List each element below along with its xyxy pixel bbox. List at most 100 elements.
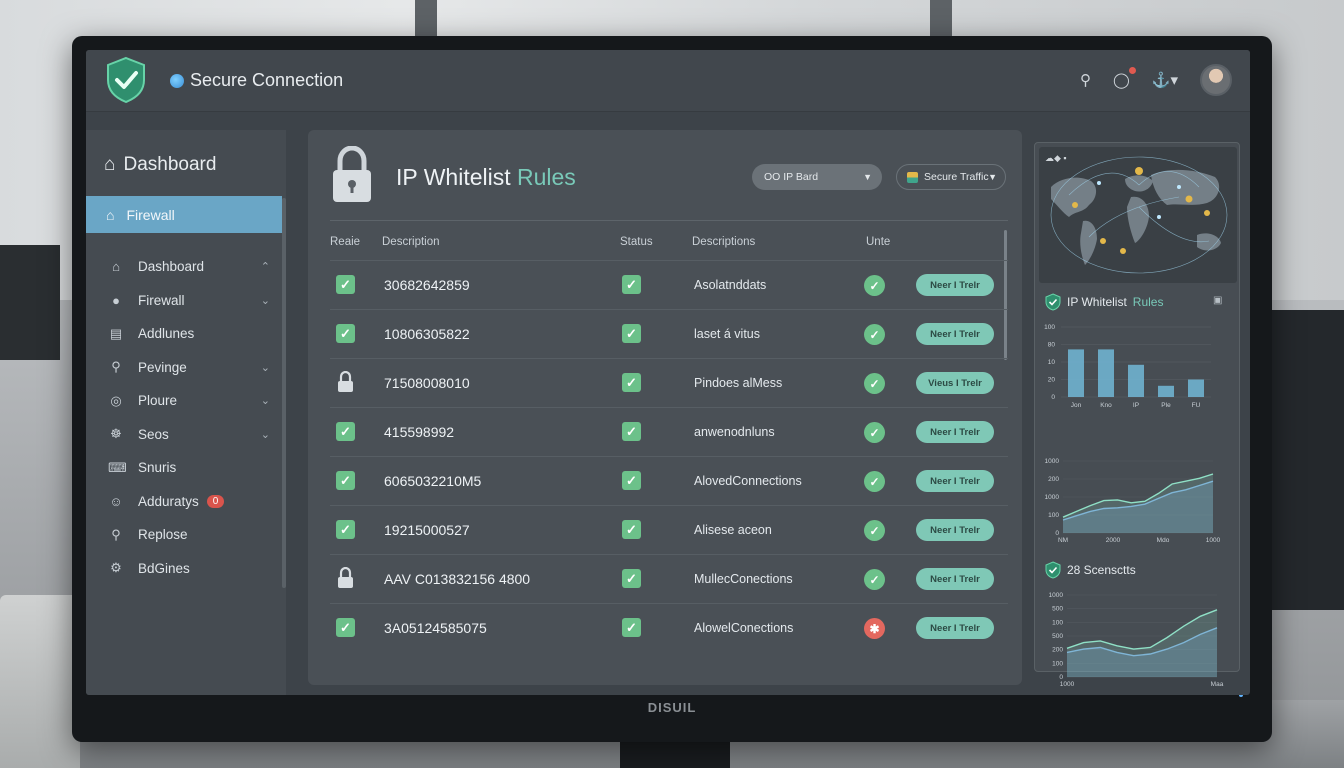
table-row[interactable]: ✓ 6065032210M5 ✓ AlovedConnections ✓ Neer I… — [330, 456, 1008, 505]
y-tick-label: 500 — [1052, 606, 1063, 613]
chat-icon[interactable]: ◯ — [1113, 67, 1136, 89]
y-tick-label: 100 — [1052, 619, 1063, 626]
status-checkbox[interactable]: ✓ — [622, 471, 641, 490]
table-header: Reaie Description Status Descriptions Un… — [330, 230, 1008, 258]
row-action-button[interactable]: Neer I Trelr — [916, 617, 994, 639]
row-action-button[interactable]: Neer I Trelr — [916, 421, 994, 443]
row-action-button[interactable]: Neer I Trelr — [916, 323, 994, 345]
row-checkbox[interactable]: ✓ — [336, 618, 355, 637]
column-header[interactable]: Status — [620, 236, 653, 248]
ok-status-icon: ✓ — [864, 324, 885, 345]
status-checkbox[interactable]: ✓ — [622, 324, 641, 343]
sidebar-item-bdgines[interactable]: ⚙ BdGines — [86, 552, 282, 586]
sidebar-item-firewall-active[interactable]: ⌂ Firewall — [86, 196, 282, 233]
lock-icon — [338, 371, 353, 392]
x-tick-label: Maa — [1211, 681, 1224, 688]
ok-status-icon: ✓ — [864, 422, 885, 443]
sidebar-scrollbar[interactable] — [282, 198, 286, 588]
column-header[interactable]: Reaie — [330, 236, 360, 248]
sessions-title: 28 Scensctts — [1045, 561, 1136, 579]
sidebar-item-label: Snuris — [138, 460, 177, 476]
table-row[interactable]: AAV C013832156 4800 ✓ MullecConections ✓ N… — [330, 554, 1008, 603]
sidebar-active-label: Firewall — [126, 206, 175, 223]
sidebar-header[interactable]: ⌂ Dashboard — [104, 154, 216, 176]
table-row[interactable]: ✓ 19215000527 ✓ Alisese aceon ✓ Neer I Trel… — [330, 505, 1008, 554]
x-tick-label: IP — [1133, 402, 1139, 409]
home-icon: ⌂ — [106, 206, 115, 223]
sidebar-item-addlunes[interactable]: ▤ Addlunes — [86, 317, 282, 351]
sidebar-item-snuris[interactable]: ⌨ Snuris — [86, 451, 282, 485]
row-checkbox[interactable]: ✓ — [336, 324, 355, 343]
ip-address: 30682642859 — [384, 277, 470, 293]
sidebar-item-pevinge[interactable]: ⚲ Pevinge ⌄ — [86, 351, 282, 385]
sidebar-item-replose[interactable]: ⚲ Replose — [86, 518, 282, 552]
sidebar-item-dashboard[interactable]: ⌂ Dashboard ⌃ — [86, 250, 282, 284]
list-icon: ▤ — [109, 325, 123, 341]
row-action-button[interactable]: Neer I Trelr — [916, 519, 994, 541]
table-row[interactable]: ✓ 415598992 ✓ anwenodnluns ✓ Neer I Trelr — [330, 407, 1008, 456]
row-description: AlovedConnections — [694, 474, 802, 488]
column-header[interactable]: Descriptions — [692, 236, 755, 248]
search-icon: ⚲ — [111, 359, 121, 375]
row-checkbox[interactable]: ✓ — [336, 520, 355, 539]
ip-board-dropdown[interactable]: OO IP Bard ▼ — [752, 164, 882, 190]
avatar[interactable] — [1200, 64, 1232, 96]
sidebar-item-adduratys[interactable]: ☺ Adduratys 0 — [86, 485, 282, 519]
ip-address: 415598992 — [384, 424, 455, 440]
sessions-title-label: 28 Scensctts — [1067, 563, 1136, 577]
sidebar-item-ploure[interactable]: ◎ Ploure ⌄ — [86, 384, 282, 418]
row-description: AlowelConections — [694, 621, 794, 635]
app-title-group: Secure Connection — [170, 70, 343, 91]
bar — [1188, 379, 1204, 397]
page-title-main: IP Whitelist — [396, 164, 511, 190]
column-header[interactable]: Unte — [866, 236, 890, 248]
ip-address: 6065032210M5 — [384, 473, 482, 489]
ok-status-icon: ✓ — [864, 275, 885, 296]
row-checkbox[interactable]: ✓ — [336, 422, 355, 441]
screen: Secure Connection ⚲ ◯ ⚓▾ ⌂ Dashboard ⌂ F… — [86, 50, 1250, 695]
row-action-button[interactable]: Neer I Trelr — [916, 274, 994, 296]
plant-pot — [0, 595, 80, 768]
status-checkbox[interactable]: ✓ — [622, 569, 641, 588]
top-icons: ⚲ ◯ ⚓▾ — [1080, 64, 1232, 96]
status-checkbox[interactable]: ✓ — [622, 618, 641, 637]
table-row[interactable]: ✓ 3A05124585075 ✓ AlowelConections ✱ Neer I… — [330, 603, 1008, 652]
search-icon[interactable]: ⚲ — [1080, 71, 1091, 89]
table-row[interactable]: ✓ 30682642859 ✓ Asolatnddats ✓ Neer I Trelr — [330, 260, 1008, 309]
y-tick-label: 100 — [1052, 660, 1063, 667]
monitor-brand: DISUIL — [647, 700, 697, 715]
expand-icon[interactable]: ▣ — [1213, 295, 1222, 306]
lock-icon — [338, 567, 353, 588]
status-checkbox[interactable]: ✓ — [622, 275, 641, 294]
keyboard-icon: ⌨ — [108, 459, 127, 475]
bar — [1098, 349, 1114, 397]
sidebar-item-label: Addlunes — [138, 326, 195, 342]
world-map[interactable]: ☁◆ ▪ — [1039, 147, 1237, 283]
y-tick-label: 100 — [1044, 324, 1055, 331]
rules-panel: IP Whitelist Rules OO IP Bard ▼ Secure T… — [308, 130, 1022, 685]
row-checkbox[interactable]: ✓ — [336, 471, 355, 490]
sidebar-item-firewall[interactable]: ● Firewall ⌄ — [86, 284, 282, 318]
status-checkbox[interactable]: ✓ — [622, 422, 641, 441]
column-header[interactable]: Description — [382, 236, 440, 248]
row-description: Alisese aceon — [694, 523, 772, 537]
ok-status-icon: ✓ — [864, 471, 885, 492]
y-tick-label: 0 — [1059, 674, 1063, 681]
bar-chart: 100 80 10 20 0 Jon Kno IP Ple FU — [1044, 324, 1211, 409]
top-bar: Secure Connection ⚲ ◯ ⚓▾ — [86, 50, 1250, 112]
sidebar-item-seos[interactable]: ☸ Seos ⌄ — [86, 418, 282, 452]
status-checkbox[interactable]: ✓ — [622, 520, 641, 539]
row-action-button[interactable]: Vieus I Trelr — [916, 372, 994, 394]
secure-traffic-dropdown[interactable]: Secure Traffic ▼ — [896, 164, 1006, 190]
y-tick-label: 1000 — [1049, 592, 1064, 599]
table-row[interactable]: 71508008010 ✓ Pindoes alMess ✓ Vieus I Tre… — [330, 358, 1008, 407]
row-description: anwenodnluns — [694, 425, 775, 439]
table-row[interactable]: ✓ 10806305822 ✓ laset á vitus ✓ Neer I Trel… — [330, 309, 1008, 358]
row-action-button[interactable]: Neer I Trelr — [916, 568, 994, 590]
x-tick-label: Mdo — [1157, 537, 1170, 544]
row-checkbox[interactable]: ✓ — [336, 275, 355, 294]
row-action-button[interactable]: Neer I Trelr — [916, 470, 994, 492]
sidebar-item-label: BdGines — [138, 560, 190, 576]
status-checkbox[interactable]: ✓ — [622, 373, 641, 392]
bell-icon[interactable]: ⚓▾ — [1152, 71, 1178, 89]
